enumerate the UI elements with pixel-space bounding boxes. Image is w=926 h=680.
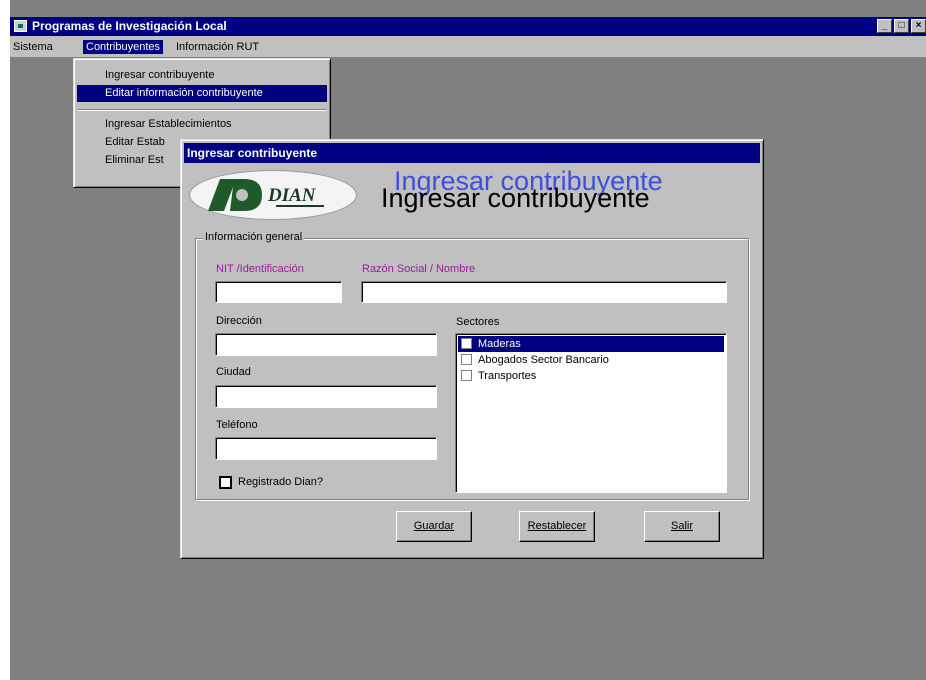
- dian-emblem-icon: [208, 179, 262, 211]
- guardar-button[interactable]: Guardar: [396, 511, 472, 542]
- direccion-input[interactable]: [215, 333, 437, 356]
- minimize-button[interactable]: _: [877, 19, 892, 33]
- razon-social-input[interactable]: [361, 281, 727, 303]
- logo-underline: [276, 205, 324, 207]
- registrado-dian-checkbox[interactable]: [219, 476, 232, 489]
- list-item[interactable]: Maderas: [458, 336, 724, 352]
- list-item[interactable]: Abogados Sector Bancario: [458, 352, 724, 368]
- sector-checkbox[interactable]: [461, 354, 472, 365]
- telefono-input[interactable]: [215, 437, 437, 460]
- main-window-titlebar[interactable]: Programas de Investigación Local _ □ ×: [10, 17, 926, 36]
- group-title: Información general: [203, 231, 305, 243]
- dian-logo: DIAN: [189, 170, 357, 220]
- sector-label: Transportes: [478, 370, 537, 382]
- menu-sistema[interactable]: Sistema: [10, 40, 56, 54]
- menu-separator: [78, 109, 326, 111]
- sector-checkbox[interactable]: [461, 370, 472, 381]
- ciudad-input[interactable]: [215, 385, 437, 408]
- app-icon: [14, 20, 27, 32]
- sector-label: Abogados Sector Bancario: [478, 354, 609, 366]
- sector-label: Maderas: [478, 338, 521, 350]
- dialog-title[interactable]: Ingresar contribuyente: [184, 143, 760, 163]
- list-item[interactable]: Transportes: [458, 368, 724, 384]
- sector-checkbox[interactable]: [461, 338, 472, 349]
- close-button[interactable]: ×: [911, 19, 926, 33]
- menu-informacion-rut[interactable]: Información RUT: [173, 40, 262, 54]
- window-title: Programas de Investigación Local: [32, 19, 227, 33]
- telefono-label: Teléfono: [216, 419, 258, 431]
- nit-input[interactable]: [215, 281, 342, 303]
- registrado-dian-label: Registrado Dian?: [238, 476, 323, 488]
- razon-social-label: Razón Social / Nombre: [362, 263, 476, 275]
- menu-item-ingresar-contribuyente[interactable]: Ingresar contribuyente: [77, 67, 327, 84]
- nit-label: NIT /Identificación: [216, 263, 304, 275]
- dialog-heading: Ingresar contribuyente: [381, 183, 650, 213]
- menu-contribuyentes[interactable]: Contribuyentes: [83, 40, 163, 54]
- salir-button[interactable]: Salir: [644, 511, 720, 542]
- menu-item-ingresar-establecimientos[interactable]: Ingresar Establecimientos: [77, 116, 327, 133]
- restablecer-button[interactable]: Restablecer: [519, 511, 595, 542]
- menubar: Sistema Contribuyentes Información RUT: [10, 36, 926, 58]
- sectores-label: Sectores: [456, 316, 500, 328]
- maximize-button[interactable]: □: [894, 19, 909, 33]
- logo-text: DIAN: [268, 185, 316, 206]
- ingresar-contribuyente-dialog: Ingresar contribuyente DIAN Ingresar con…: [180, 139, 764, 559]
- sectores-listbox[interactable]: Maderas Abogados Sector Bancario Transpo…: [455, 333, 727, 493]
- menu-item-editar-contribuyente[interactable]: Editar información contribuyente: [77, 85, 327, 102]
- direccion-label: Dirección: [216, 315, 262, 327]
- ciudad-label: Ciudad: [216, 366, 251, 378]
